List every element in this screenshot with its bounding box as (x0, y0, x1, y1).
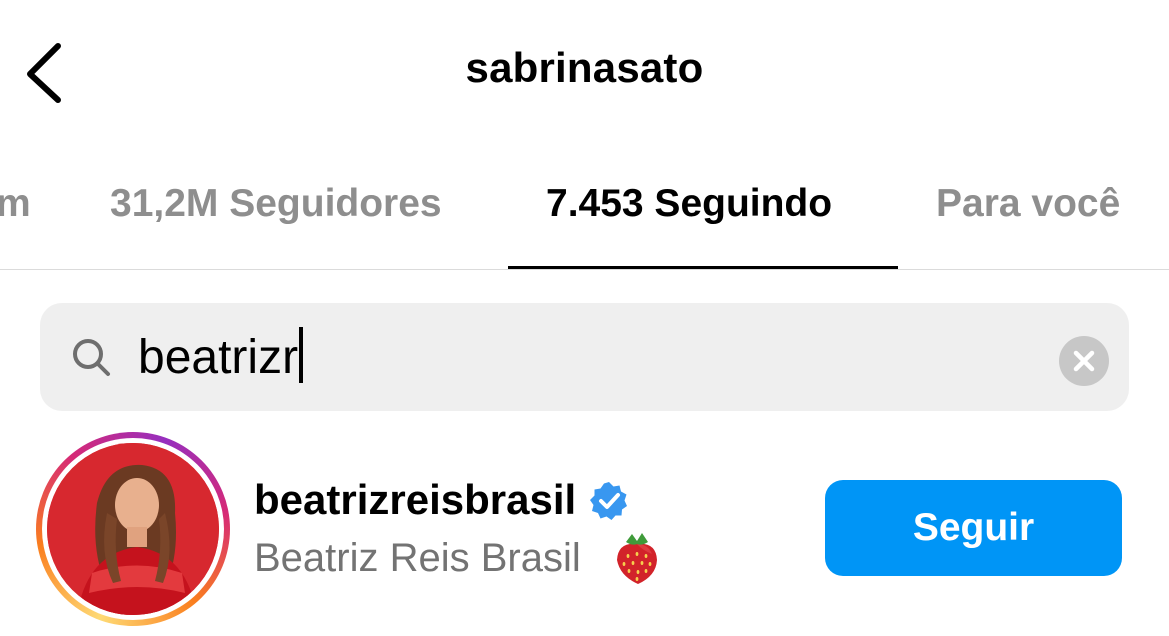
search-icon (73, 339, 110, 376)
story-ring[interactable] (36, 432, 230, 626)
tab-followers[interactable]: 31,2M Seguidores (110, 182, 442, 226)
username[interactable]: beatrizreisbrasil (254, 476, 576, 524)
search-bar[interactable]: beatrizr (40, 303, 1129, 411)
divider (0, 269, 1169, 270)
clear-icon (1073, 350, 1095, 372)
full-name: Beatriz Reis Brasil (254, 536, 581, 580)
tab-for-you[interactable]: Para você (936, 182, 1120, 226)
search-input[interactable]: beatrizr (138, 327, 304, 385)
avatar (47, 443, 219, 615)
verified-badge-icon (590, 482, 627, 520)
top-bar: sabrinasato (0, 0, 1169, 140)
tab-partial[interactable]: m (0, 182, 31, 226)
text-caret (299, 327, 304, 383)
tab-following[interactable]: 7.453 Seguindo (546, 182, 832, 226)
clear-search-button[interactable] (1059, 336, 1109, 386)
story-ring-gap (42, 438, 224, 620)
tab-bar: m 31,2M Seguidores 7.453 Seguindo Para v… (0, 160, 1169, 270)
list-item[interactable]: beatrizreisbrasil Beatriz Reis Brasil Se… (0, 430, 1169, 636)
page-title: sabrinasato (465, 44, 704, 91)
avatar-photo (47, 443, 219, 615)
strawberry-icon (617, 533, 657, 584)
search-input-text: beatrizr (138, 331, 299, 384)
follow-button[interactable]: Seguir (825, 480, 1122, 576)
